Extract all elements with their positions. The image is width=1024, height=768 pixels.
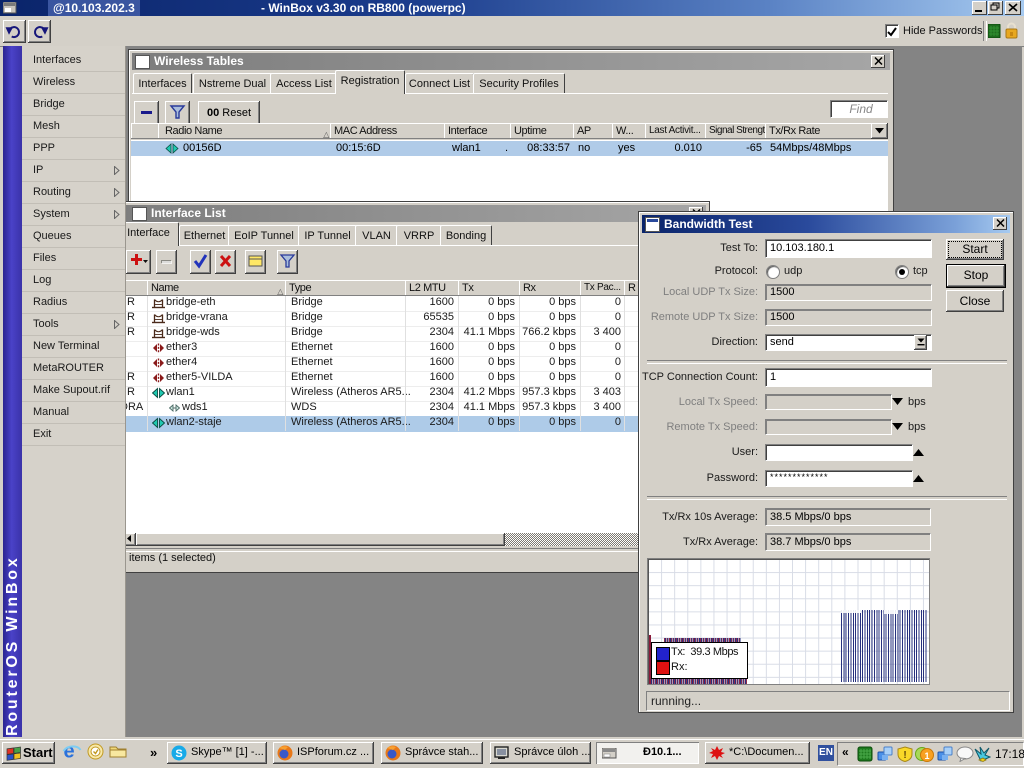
svg-text:1: 1: [924, 751, 929, 761]
svg-text:S: S: [175, 748, 182, 760]
svg-text:!: !: [903, 750, 906, 761]
svg-text:e: e: [64, 741, 75, 761]
